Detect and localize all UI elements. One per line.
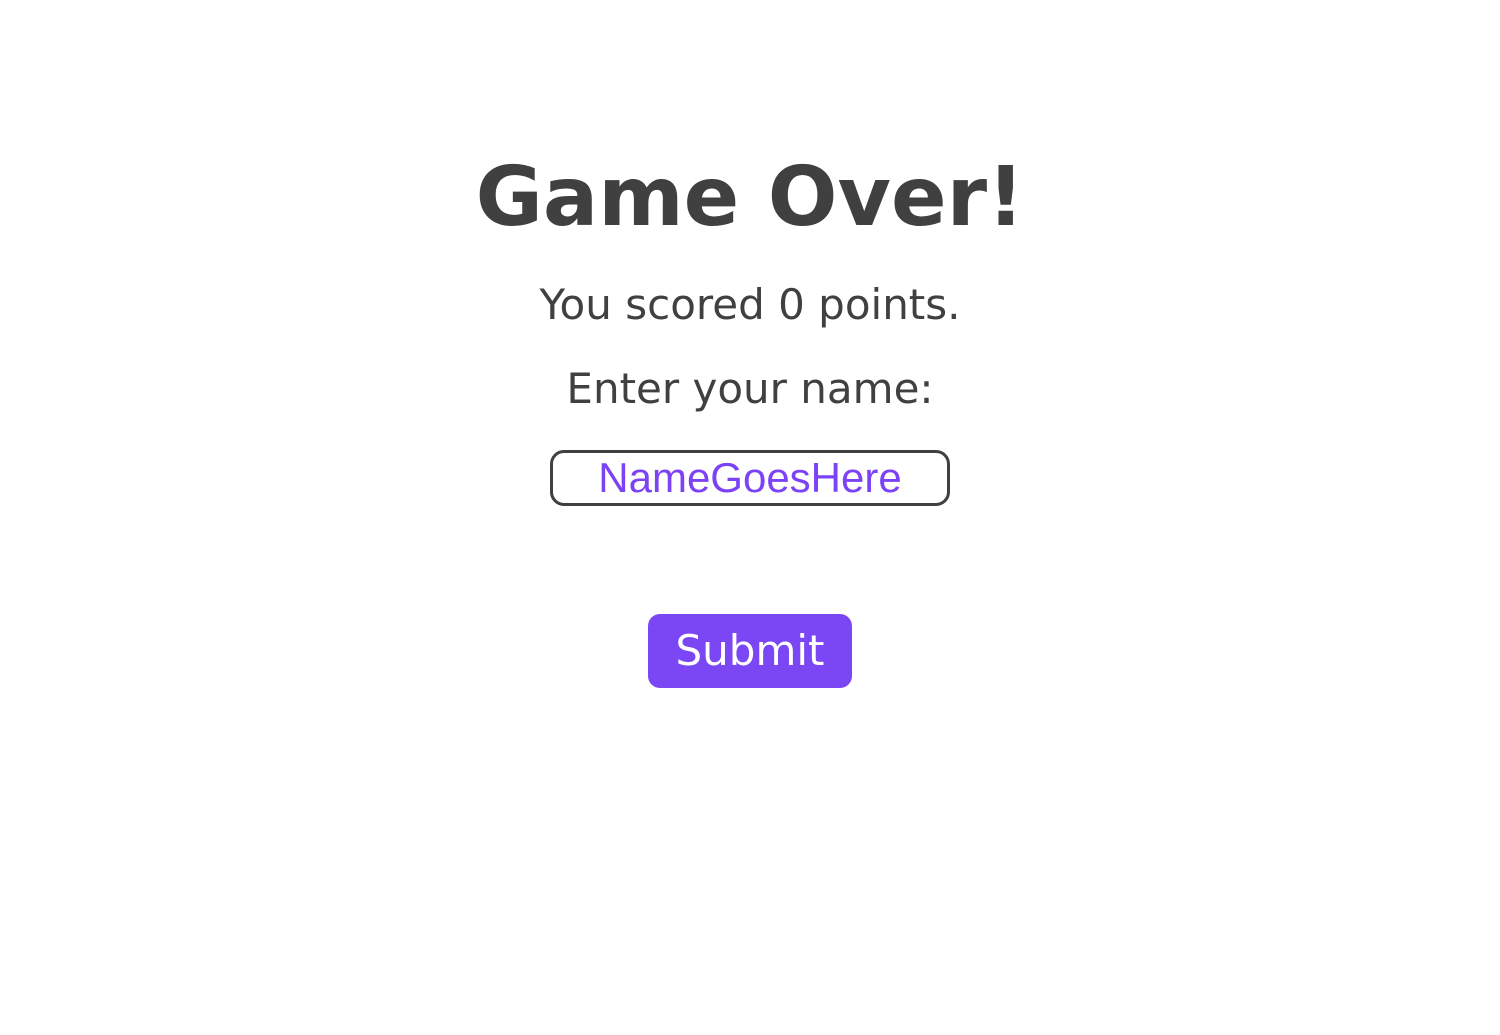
- name-input[interactable]: [550, 450, 950, 506]
- page-title: Game Over!: [475, 150, 1025, 245]
- score-text: You scored 0 points.: [539, 280, 961, 329]
- game-over-screen: Game Over! You scored 0 points. Enter yo…: [0, 0, 1500, 1035]
- name-prompt-label: Enter your name:: [566, 364, 934, 413]
- submit-button[interactable]: Submit: [648, 614, 852, 688]
